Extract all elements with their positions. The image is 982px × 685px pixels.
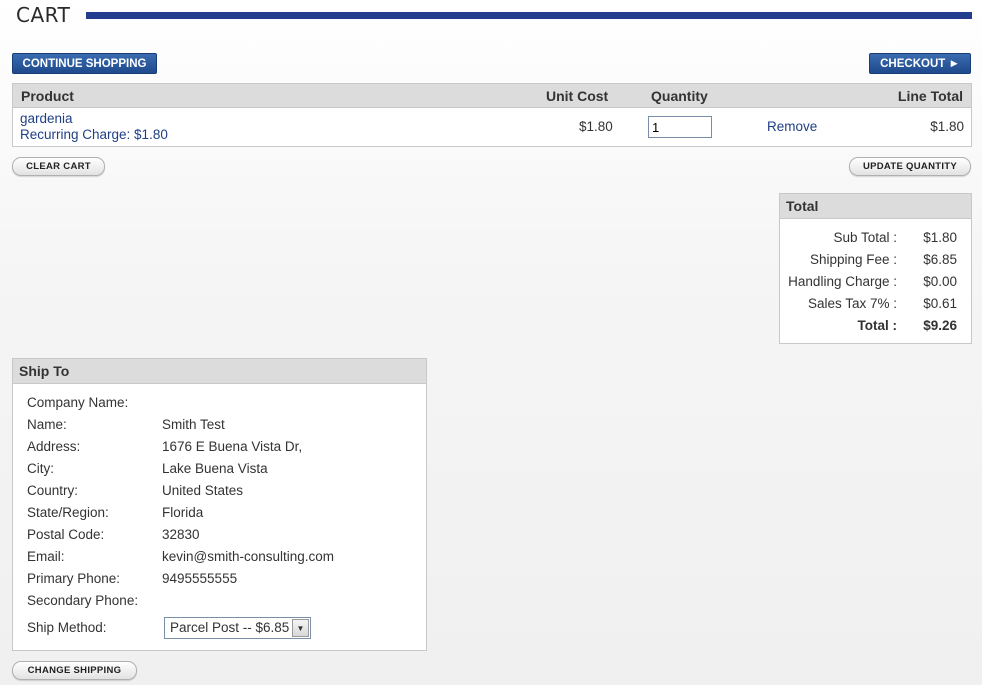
primary-phone-label: Primary Phone: bbox=[27, 571, 121, 586]
header-unit-cost: Unit Cost bbox=[546, 88, 609, 104]
recurring-charge: Recurring Charge: $1.80 bbox=[20, 127, 168, 142]
ship-method-select[interactable]: Parcel Post -- $6.85 ▼ bbox=[164, 617, 311, 639]
city-label: City: bbox=[27, 461, 54, 476]
address-label: Address: bbox=[27, 439, 81, 454]
ship-to-heading: Ship To bbox=[13, 359, 426, 384]
postal-code-row: Postal Code: 32830 bbox=[27, 527, 417, 547]
country-label: Country: bbox=[27, 483, 79, 498]
name-row: Name: Smith Test bbox=[27, 417, 417, 437]
change-shipping-button[interactable]: CHANGE SHIPPING bbox=[12, 661, 137, 680]
handling-charge-row: Handling Charge : $0.00 bbox=[780, 274, 971, 294]
state-label: State/Region: bbox=[27, 505, 109, 520]
name-value: Smith Test bbox=[162, 417, 225, 432]
ship-method-selected: Parcel Post -- $6.85 bbox=[170, 620, 290, 635]
sales-tax-label: Sales Tax 7% : bbox=[807, 296, 897, 311]
line-total: $1.80 bbox=[930, 119, 964, 134]
shipping-fee-row: Shipping Fee : $6.85 bbox=[780, 252, 971, 272]
primary-phone-value: 9495555555 bbox=[162, 571, 238, 586]
company-name-row: Company Name: bbox=[27, 395, 417, 415]
city-row: City: Lake Buena Vista bbox=[27, 461, 417, 481]
city-value: Lake Buena Vista bbox=[162, 461, 268, 476]
quantity-input[interactable] bbox=[648, 116, 712, 138]
ship-to-box: Ship To Company Name: Name: Smith Test A… bbox=[12, 358, 427, 651]
header-line-total: Line Total bbox=[897, 88, 963, 104]
grand-total-label: Total : bbox=[857, 318, 898, 333]
header-quantity: Quantity bbox=[651, 88, 708, 104]
continue-shopping-button[interactable]: CONTINUE SHOPPING bbox=[12, 53, 157, 74]
company-name-label: Company Name: bbox=[27, 395, 129, 410]
address-value: 1676 E Buena Vista Dr, bbox=[162, 439, 303, 454]
secondary-phone-row: Secondary Phone: bbox=[27, 593, 417, 613]
product-link[interactable]: gardenia bbox=[20, 111, 73, 126]
email-value: kevin@smith-consulting.com bbox=[162, 549, 335, 564]
handling-charge-label: Handling Charge : bbox=[788, 274, 897, 289]
country-value: United States bbox=[162, 483, 244, 498]
clear-cart-button[interactable]: CLEAR CART bbox=[12, 157, 105, 176]
state-row: State/Region: Florida bbox=[27, 505, 417, 525]
table-row: gardenia Recurring Charge: $1.80 $1.80 R… bbox=[13, 108, 971, 146]
country-row: Country: United States bbox=[27, 483, 417, 503]
cart-table: Product Unit Cost Quantity Line Total ga… bbox=[12, 83, 972, 147]
total-box: Total Sub Total : $1.80 Shipping Fee : $… bbox=[779, 193, 972, 344]
total-heading: Total bbox=[780, 194, 971, 219]
grand-total-value: $9.26 bbox=[923, 318, 957, 333]
page-header: CART bbox=[16, 2, 972, 28]
primary-phone-row: Primary Phone: 9495555555 bbox=[27, 571, 417, 591]
sales-tax-value: $0.61 bbox=[923, 296, 957, 311]
header-product: Product bbox=[21, 88, 74, 104]
secondary-phone-label: Secondary Phone: bbox=[27, 593, 139, 608]
subtotal-value: $1.80 bbox=[923, 230, 957, 245]
sales-tax-row: Sales Tax 7% : $0.61 bbox=[780, 296, 971, 316]
chevron-down-icon[interactable]: ▼ bbox=[292, 619, 309, 637]
checkout-button[interactable]: CHECKOUT ► bbox=[869, 53, 971, 74]
grand-total-row: Total : $9.26 bbox=[780, 318, 971, 338]
page-title: CART bbox=[16, 3, 71, 27]
email-row: Email: kevin@smith-consulting.com bbox=[27, 549, 417, 569]
postal-code-label: Postal Code: bbox=[27, 527, 105, 542]
update-quantity-button[interactable]: UPDATE QUANTITY bbox=[849, 157, 971, 176]
name-label: Name: bbox=[27, 417, 67, 432]
address-row: Address: 1676 E Buena Vista Dr, bbox=[27, 439, 417, 459]
subtotal-label: Sub Total : bbox=[833, 230, 897, 245]
state-value: Florida bbox=[162, 505, 204, 520]
subtotal-row: Sub Total : $1.80 bbox=[780, 230, 971, 250]
email-label: Email: bbox=[27, 549, 65, 564]
postal-code-value: 32830 bbox=[162, 527, 200, 542]
ship-method-label: Ship Method: bbox=[27, 620, 107, 635]
shipping-fee-label: Shipping Fee : bbox=[809, 252, 897, 267]
remove-link[interactable]: Remove bbox=[767, 119, 817, 134]
title-rule bbox=[86, 11, 972, 19]
unit-cost: $1.80 bbox=[579, 119, 613, 134]
cart-table-header: Product Unit Cost Quantity Line Total bbox=[13, 84, 971, 108]
handling-charge-value: $0.00 bbox=[923, 274, 957, 289]
shipping-fee-value: $6.85 bbox=[923, 252, 957, 267]
